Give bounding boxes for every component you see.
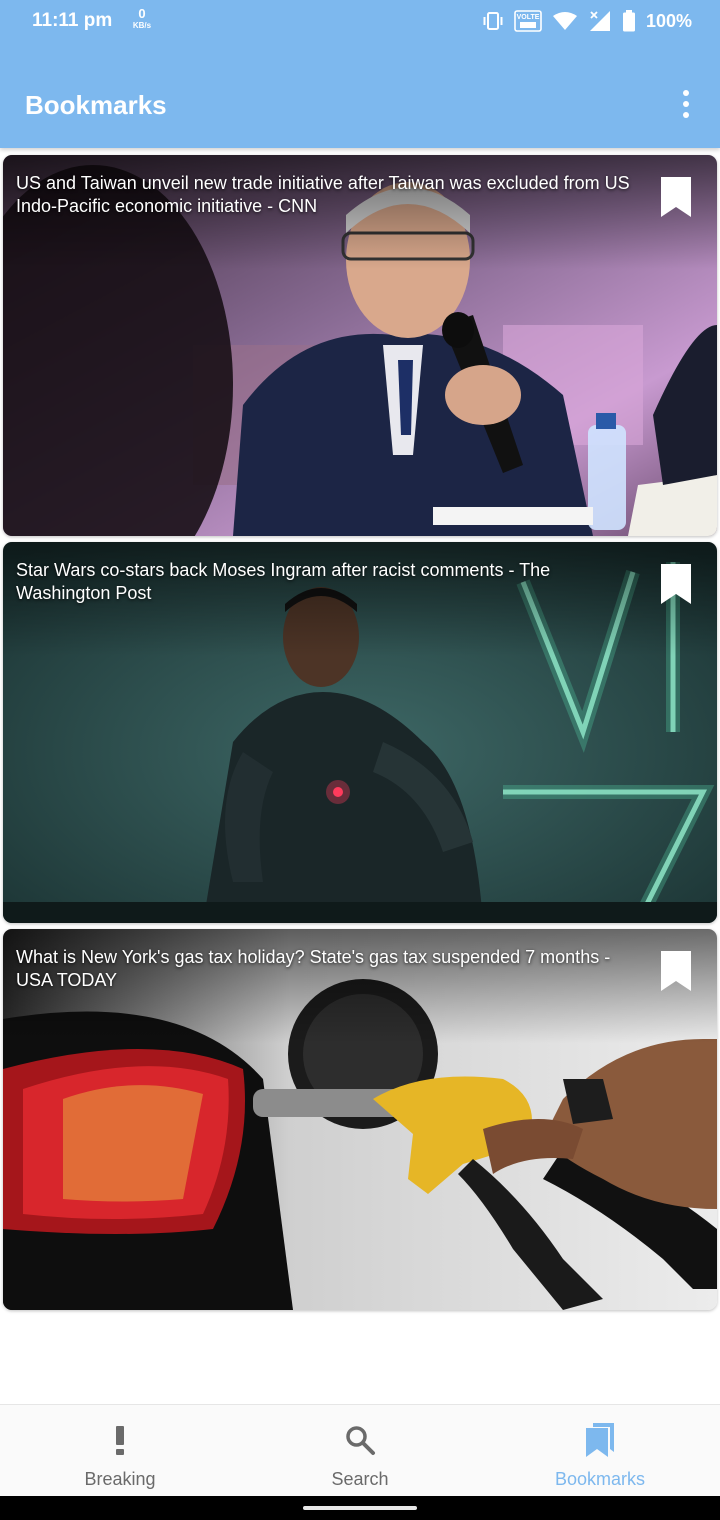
bookmark-icon[interactable] [659, 175, 693, 219]
page-title: Bookmarks [25, 90, 167, 120]
bookmarks-icon [586, 1423, 614, 1457]
network-speed-value: 0 [138, 6, 146, 21]
nav-item-bookmarks[interactable]: Bookmarks [480, 1405, 720, 1496]
vibrate-icon [483, 12, 503, 30]
nav-label-breaking: Breaking [84, 1469, 156, 1489]
status-time: 11:11 pm [32, 10, 113, 31]
bookmark-icon[interactable] [659, 949, 693, 993]
wifi-icon [552, 12, 577, 30]
battery-percentage: 100% [645, 10, 692, 31]
article-card[interactable]: Star Wars co-stars back Moses Ingram aft… [3, 542, 717, 923]
article-title: Star Wars co-stars back Moses Ingram aft… [16, 560, 551, 603]
home-gesture-handle[interactable] [303, 1506, 417, 1510]
gesture-navigation-bar [0, 1496, 720, 1520]
nav-label-bookmarks: Bookmarks [554, 1469, 646, 1489]
article-card[interactable]: US and Taiwan unveil new trade initiativ… [3, 155, 717, 536]
nav-item-search[interactable]: Search [240, 1405, 480, 1496]
network-speed-unit: KB/s [132, 21, 152, 30]
more-vert-icon[interactable] [668, 82, 704, 126]
article-title: What is New York's gas tax holiday? Stat… [16, 947, 611, 990]
network-speed: 0 KB/s [128, 6, 156, 30]
volte-label: VOLTE [517, 14, 540, 21]
app-bar: 11:11 pm 0 KB/s VOLTE 100% Bookmarks [0, 0, 720, 148]
bottom-navigation: Breaking Search Bookmarks [0, 1404, 720, 1496]
bookmark-icon[interactable] [659, 562, 693, 606]
nav-label-search: Search [331, 1469, 389, 1489]
exclamation-icon [116, 1426, 124, 1455]
nav-item-breaking[interactable]: Breaking [0, 1405, 240, 1496]
article-card[interactable]: What is New York's gas tax holiday? Stat… [3, 929, 717, 1310]
cell-signal-icon [589, 11, 610, 31]
volte-icon: VOLTE [514, 10, 542, 32]
article-title: US and Taiwan unveil new trade initiativ… [16, 173, 630, 216]
status-icons: VOLTE 100% [482, 8, 692, 34]
search-icon [346, 1426, 375, 1455]
battery-icon [622, 10, 635, 32]
